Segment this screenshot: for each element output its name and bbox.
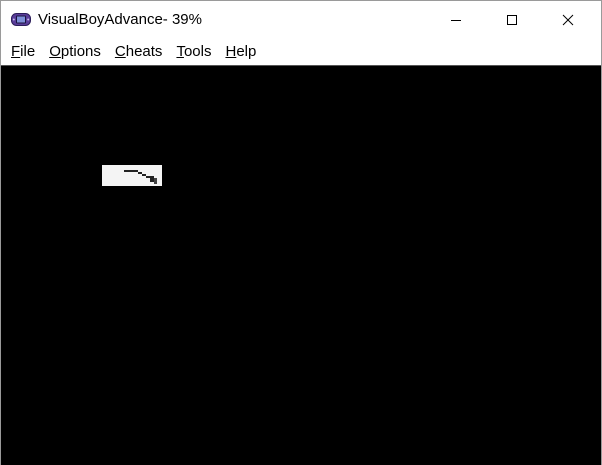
menu-cheats-accel: C [114, 43, 126, 60]
menu-file-label: ile [20, 43, 36, 60]
emulator-window: VisualBoyAdvance- 39% File Options Cheat… [0, 0, 602, 465]
close-icon [562, 14, 574, 26]
window-title: VisualBoyAdvance- 39% [38, 11, 202, 28]
close-button[interactable] [545, 1, 591, 39]
menu-file-accel: F [11, 43, 21, 60]
menu-bar: File Options Cheats Tools Help [1, 39, 601, 65]
menu-cheats[interactable]: Cheats [108, 39, 170, 65]
menu-file[interactable]: File [1, 39, 42, 65]
maximize-button[interactable] [489, 1, 535, 39]
menu-options-label: ptions [60, 43, 101, 60]
menu-help-label: elp [236, 43, 257, 60]
menu-tools-accel: T [176, 43, 184, 60]
maximize-icon [507, 15, 517, 25]
emulator-screen[interactable] [1, 65, 601, 465]
minimize-icon [451, 20, 461, 21]
menu-tools[interactable]: Tools [169, 39, 218, 65]
menu-tools-label: ools [183, 43, 212, 60]
minimize-button[interactable] [433, 1, 479, 39]
menu-help-accel: H [225, 43, 237, 60]
title-bar[interactable]: VisualBoyAdvance- 39% [1, 1, 601, 39]
gba-console-icon [11, 13, 31, 26]
game-sprite [102, 165, 162, 186]
menu-help[interactable]: Help [218, 39, 263, 65]
menu-options-accel: O [49, 43, 61, 60]
menu-cheats-label: heats [125, 43, 163, 60]
menu-options[interactable]: Options [42, 39, 108, 65]
